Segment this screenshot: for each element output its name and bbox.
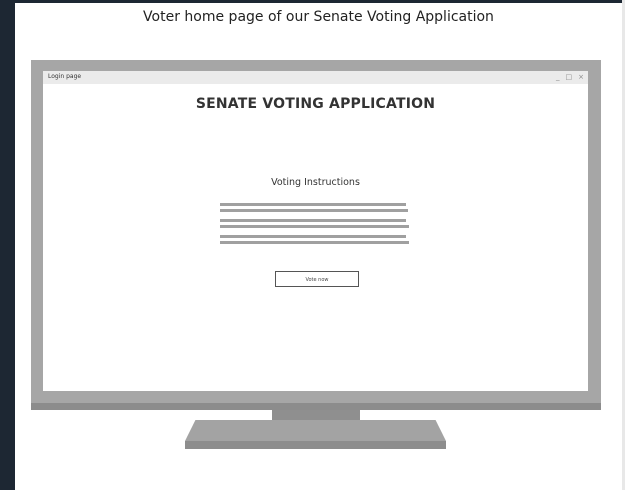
monitor-stand-base — [185, 420, 446, 441]
maximize-icon[interactable]: □ — [566, 72, 573, 82]
window-controls: _ □ × — [556, 72, 584, 82]
figure-caption: Voter home page of our Senate Voting App… — [143, 9, 494, 25]
window-title: Login page — [48, 73, 82, 80]
instructions-heading: Voting Instructions — [271, 177, 360, 188]
minimize-icon[interactable]: _ — [556, 72, 560, 82]
app-title: SENATE VOTING APPLICATION — [195, 96, 436, 112]
monitor-stand-base-shade — [185, 441, 446, 449]
left-strip — [0, 0, 15, 490]
instruction-line — [220, 203, 406, 206]
instruction-line — [220, 235, 406, 238]
instruction-line — [220, 241, 409, 244]
window-titlebar: Login page _ □ × — [43, 71, 588, 84]
monitor-bottom-band — [31, 403, 601, 410]
page: Voter home page of our Senate Voting App… — [0, 0, 625, 490]
instruction-line — [220, 225, 409, 228]
instruction-line — [220, 209, 408, 212]
top-strip — [0, 0, 625, 3]
app-window: Login page _ □ × SENATE VOTING APPLICATI… — [43, 71, 588, 391]
instruction-line — [220, 219, 406, 222]
close-icon[interactable]: × — [578, 72, 584, 82]
vote-now-button[interactable]: Vote now — [275, 271, 359, 287]
